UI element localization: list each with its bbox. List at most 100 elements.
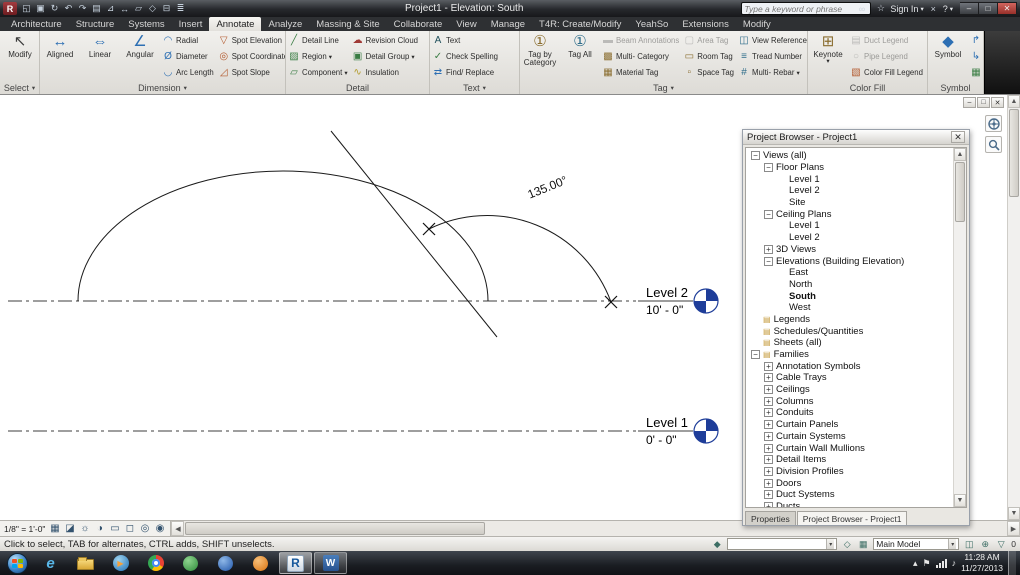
filter-icon[interactable]: ▽ [995, 539, 1007, 550]
crop-view-icon[interactable]: ▭ [108, 523, 121, 534]
minimize-button[interactable]: – [960, 2, 979, 15]
tag-by-category-button[interactable]: ① Tag by Category [521, 32, 559, 81]
check-spelling-button[interactable]: ✓ Check Spelling [431, 49, 499, 64]
revision-cloud-button[interactable]: ☁ Revision Cloud [351, 33, 419, 48]
taskbar-media-player-button[interactable]: ▶ [104, 552, 137, 574]
tree-item-conduits[interactable]: + Conduits [749, 407, 953, 419]
view-reference-button[interactable]: ◫ View Reference [737, 33, 807, 48]
scale-button[interactable]: 1/8" = 1'-0" [4, 524, 45, 534]
taskbar-word-button[interactable]: W [314, 552, 347, 574]
ribbon-tab-modify[interactable]: Modify [736, 17, 778, 31]
multi-category-button[interactable]: ▩ Multi- Category [601, 49, 680, 64]
expand-icon[interactable]: + [764, 431, 773, 441]
tree-item-west[interactable]: West [749, 302, 953, 314]
vertical-scroll-thumb[interactable] [1009, 109, 1019, 197]
volume-icon[interactable]: ♪ [952, 558, 957, 568]
insulation-button[interactable]: ∿ Insulation [351, 65, 419, 80]
expand-icon[interactable]: + [764, 373, 773, 383]
ribbon-tab-t4r-create-modify[interactable]: T4R: Create/Modify [532, 17, 628, 31]
scroll-up-arrow[interactable]: ▲ [1008, 95, 1020, 108]
area-boundary-icon-button[interactable]: ▦ [969, 65, 983, 80]
taskbar-chrome-button[interactable] [139, 552, 172, 574]
ribbon-tab-view[interactable]: View [449, 17, 483, 31]
radial-button[interactable]: ◠ Radial [161, 33, 215, 48]
revit-app-button[interactable]: R [3, 2, 17, 15]
temporary-hide-isolate-icon[interactable]: ◎ [138, 523, 151, 534]
tree-item-doors[interactable]: + Doors [749, 477, 953, 489]
expand-icon[interactable]: + [764, 466, 773, 476]
taskbar-blue-app-button[interactable] [209, 552, 242, 574]
ribbon-tab-massing-site[interactable]: Massing & Site [309, 17, 386, 31]
editable-only-icon[interactable]: ◇ [841, 539, 853, 550]
spot-elevation-button[interactable]: ▽ Spot Elevation [217, 33, 285, 48]
tree-item-detail-items[interactable]: + Detail Items [749, 454, 953, 466]
expand-icon[interactable]: + [764, 490, 773, 500]
network-icon[interactable] [935, 558, 947, 568]
tree-item-sheets-all[interactable]: ▤ Sheets (all) [749, 337, 953, 349]
multi-rebar-button[interactable]: # Multi- Rebar ▾ [737, 65, 807, 80]
level-2-elevation[interactable]: 10' - 0" [646, 303, 683, 317]
level-1-elevation[interactable]: 0' - 0" [646, 433, 677, 447]
panel-label-dimension[interactable]: Dimension ▾ [40, 81, 285, 94]
material-tag-button[interactable]: ▦ Material Tag [601, 65, 680, 80]
project-browser-scrollbar[interactable]: ▲ ▼ [953, 148, 966, 507]
view-restore-button[interactable]: □ [977, 97, 990, 108]
dimension-icon[interactable]: ↔ [118, 2, 131, 15]
redo-icon[interactable]: ↷ [76, 2, 89, 15]
thin-lines-icon[interactable]: ≣ [174, 2, 187, 15]
open-icon[interactable]: ◱ [20, 2, 33, 15]
taskbar-revit-button[interactable]: R [279, 552, 312, 574]
tree-item-level-1[interactable]: Level 1 [749, 220, 953, 232]
tree-item-schedules-quantities[interactable]: ▤ Schedules/Quantities [749, 325, 953, 337]
panel-tab-properties[interactable]: Properties [745, 511, 796, 525]
vertical-scrollbar[interactable]: ▲ ▼ [1007, 95, 1020, 520]
collapse-icon[interactable]: − [764, 209, 773, 219]
panel-label-detail[interactable]: Detail [286, 81, 429, 94]
tree-item-ceilings[interactable]: + Ceilings [749, 384, 953, 396]
tree-item-views-all[interactable]: − Views (all) [749, 150, 953, 162]
taskbar-clock[interactable]: 11:28 AM 11/27/2013 [961, 552, 1003, 573]
shadows-icon[interactable]: ◑ [93, 523, 106, 534]
ribbon-tab-manage[interactable]: Manage [484, 17, 532, 31]
slanted-line[interactable] [330, 130, 498, 338]
panel-label-text[interactable]: Text ▾ [430, 81, 519, 94]
symbol-button[interactable]: ◆ Symbol [929, 32, 967, 81]
tag-all-button[interactable]: ① Tag All [561, 32, 599, 81]
ribbon-overflow-panel[interactable] [984, 31, 1020, 94]
expand-icon[interactable]: + [764, 361, 773, 371]
ribbon-tab-annotate[interactable]: Annotate [209, 17, 262, 31]
modify-button[interactable]: ↖ Modify [1, 32, 39, 81]
taskbar-orange-app-button[interactable] [244, 552, 277, 574]
project-browser-close-icon[interactable]: ✕ [951, 131, 965, 143]
pipe-legend-button[interactable]: ○ Pipe Legend [849, 49, 924, 64]
search-binoculars-icon[interactable]: ∞ [856, 4, 867, 14]
tree-item-level-2[interactable]: Level 2 [749, 232, 953, 244]
angular-dimension-arc[interactable] [428, 215, 612, 303]
ribbon-tab-extensions[interactable]: Extensions [675, 17, 735, 31]
workset-select[interactable]: ▾ [727, 538, 838, 550]
expand-icon[interactable]: + [764, 443, 773, 453]
sync-icon[interactable]: ↻ [48, 2, 61, 15]
stair-arrow-up-icon-button[interactable]: ↱ [969, 33, 983, 48]
level-2-name[interactable]: Level 2 [646, 285, 688, 300]
show-hidden-icons-icon[interactable]: ▴ [913, 558, 918, 569]
show-desktop-button[interactable] [1008, 551, 1016, 575]
text-button[interactable]: A Text [431, 33, 499, 48]
duct-legend-button[interactable]: ▤ Duct Legend [849, 33, 924, 48]
tread-number-button[interactable]: ≡ Tread Number [737, 49, 807, 64]
tree-item-ducts[interactable]: + Ducts [749, 501, 953, 507]
find-replace-button[interactable]: ⇄ Find/ Replace [431, 65, 499, 80]
diameter-button[interactable]: Ø Diameter [161, 49, 215, 64]
taskbar-file-explorer-button[interactable] [69, 552, 102, 574]
tree-item-ceiling-plans[interactable]: − Ceiling Plans [749, 208, 953, 220]
tree-item-level-1[interactable]: Level 1 [749, 173, 953, 185]
close-button[interactable]: ✕ [998, 2, 1017, 15]
show-crop-region-icon[interactable]: ◻ [123, 523, 136, 534]
ribbon-tab-yeahso[interactable]: YeahSo [628, 17, 675, 31]
tree-item-legends[interactable]: ▤ Legends [749, 314, 953, 326]
exclude-options-icon[interactable]: ◫ [963, 539, 975, 550]
collapse-icon[interactable]: − [751, 151, 760, 161]
tree-item-curtain-wall-mullions[interactable]: + Curtain Wall Mullions [749, 442, 953, 454]
ribbon-tab-analyze[interactable]: Analyze [261, 17, 309, 31]
scroll-right-arrow[interactable]: ▶ [1007, 521, 1020, 536]
